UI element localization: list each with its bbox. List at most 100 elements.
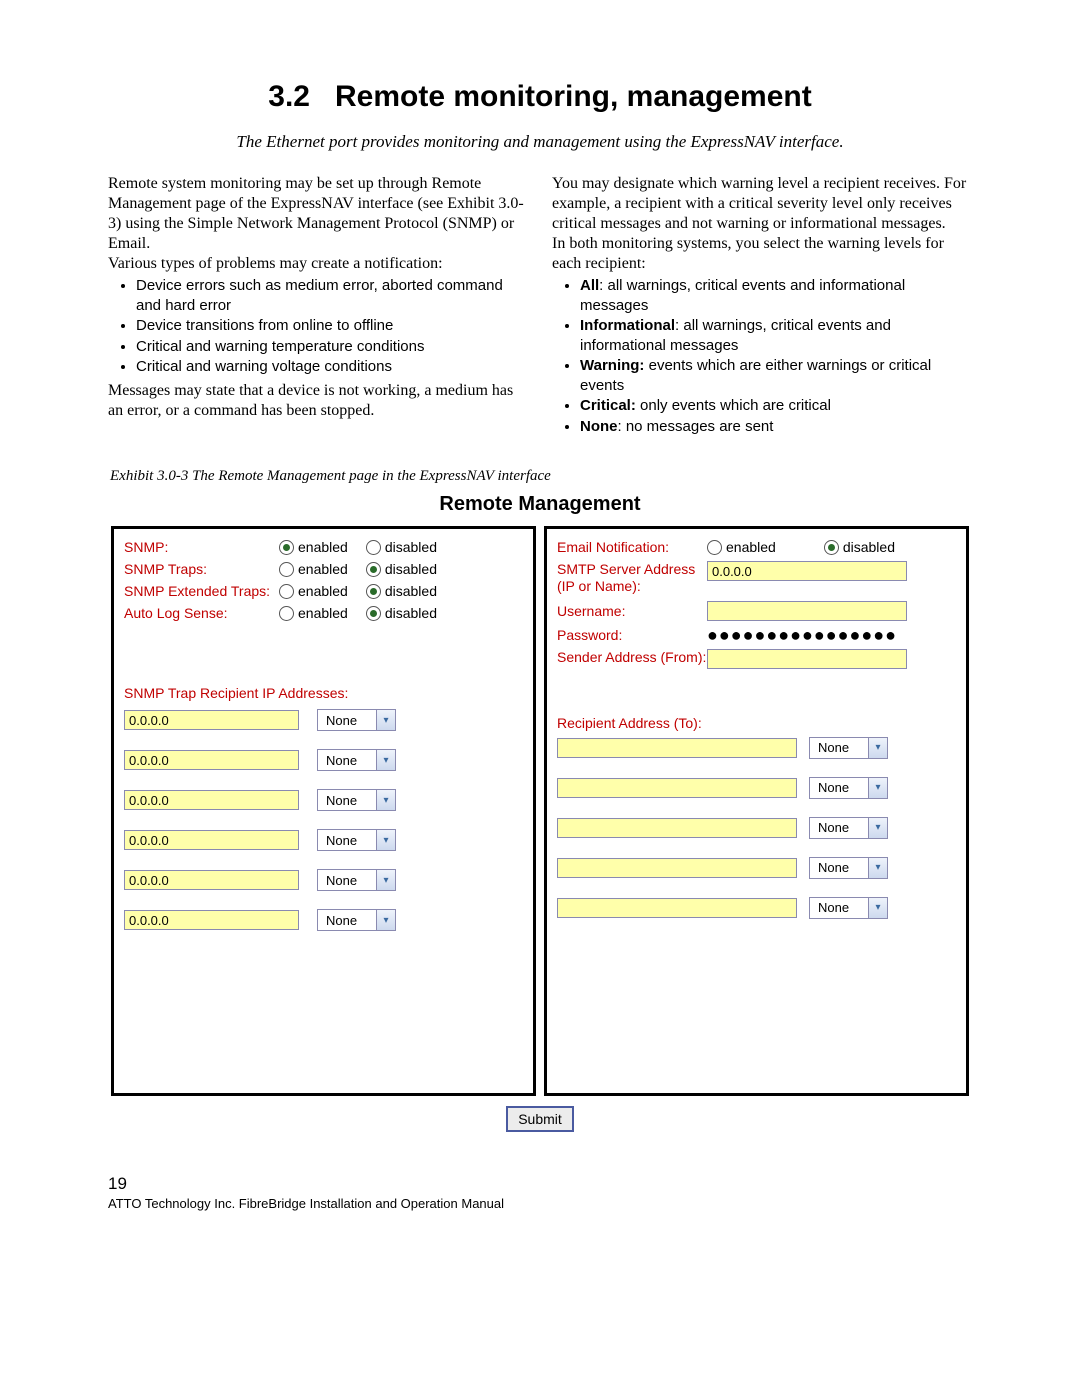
email-notif-label: Email Notification: xyxy=(557,539,707,555)
autolog-disabled-radio[interactable]: disabled xyxy=(366,605,437,621)
bullet: Warning: events which are either warning… xyxy=(580,356,972,395)
snmp-traps-label: SNMP Traps: xyxy=(124,561,279,577)
snmp-enabled-radio[interactable]: enabled xyxy=(279,539,348,555)
trap-level-select[interactable]: None▾ xyxy=(317,909,396,931)
smtp-label: SMTP Server Address (IP or Name): xyxy=(557,561,707,595)
trap-ip-input[interactable] xyxy=(124,750,299,770)
panel-title: Remote Management xyxy=(108,493,972,516)
email-recip-row: None▾ xyxy=(557,897,956,919)
recip-address-input[interactable] xyxy=(557,858,797,878)
bullet: Critical and warning temperature conditi… xyxy=(136,337,528,357)
section-title: Remote monitoring, management xyxy=(335,80,812,113)
password-label: Password: xyxy=(557,627,707,643)
chevron-down-icon: ▾ xyxy=(868,858,887,878)
snmp-ext-disabled-radio[interactable]: disabled xyxy=(366,583,437,599)
recip-address-input[interactable] xyxy=(557,818,797,838)
email-recip-row: None▾ xyxy=(557,777,956,799)
snmp-traps-enabled-radio[interactable]: enabled xyxy=(279,561,348,577)
trap-level-select[interactable]: None▾ xyxy=(317,869,396,891)
bullet: Critical: only events which are critical xyxy=(580,396,972,416)
chevron-down-icon: ▾ xyxy=(376,870,395,890)
recip-address-input[interactable] xyxy=(557,738,797,758)
para: You may designate which warning level a … xyxy=(552,174,972,234)
trap-recip-row: None▾ xyxy=(124,789,523,811)
bullet: None: no messages are sent xyxy=(580,417,972,437)
sender-label: Sender Address (From): xyxy=(557,649,707,666)
right-column: You may designate which warning level a … xyxy=(552,174,972,440)
recip-address-input[interactable] xyxy=(557,898,797,918)
bullet: Critical and warning voltage conditions xyxy=(136,357,528,377)
chevron-down-icon: ▾ xyxy=(376,710,395,730)
page-number: 19 xyxy=(108,1174,972,1194)
body-columns: Remote system monitoring may be set up t… xyxy=(108,174,972,440)
para: Messages may state that a device is not … xyxy=(108,381,528,421)
para: Remote system monitoring may be set up t… xyxy=(108,174,528,254)
trap-ip-input[interactable] xyxy=(124,910,299,930)
email-panel: Email Notification: enabled disabled SMT… xyxy=(544,526,969,1096)
email-recip-row: None▾ xyxy=(557,737,956,759)
trap-ip-input[interactable] xyxy=(124,870,299,890)
exhibit-caption: Exhibit 3.0-3 The Remote Management page… xyxy=(110,468,972,485)
bullet: Device transitions from online to offlin… xyxy=(136,316,528,336)
chevron-down-icon: ▾ xyxy=(868,898,887,918)
recip-level-select[interactable]: None▾ xyxy=(809,737,888,759)
section-number: 3.2 xyxy=(268,80,310,113)
remote-management-form: SNMP: enabled disabled SNMP Traps: enabl… xyxy=(111,526,969,1096)
snmp-disabled-radio[interactable]: disabled xyxy=(366,539,437,555)
chevron-down-icon: ▾ xyxy=(868,738,887,758)
para: Various types of problems may create a n… xyxy=(108,254,528,274)
recip-level-select[interactable]: None▾ xyxy=(809,777,888,799)
left-column: Remote system monitoring may be set up t… xyxy=(108,174,528,440)
username-input[interactable] xyxy=(707,601,907,621)
recip-header: Recipient Address (To): xyxy=(557,715,956,731)
recip-address-input[interactable] xyxy=(557,778,797,798)
email-enabled-radio[interactable]: enabled xyxy=(707,539,776,555)
autolog-enabled-radio[interactable]: enabled xyxy=(279,605,348,621)
snmp-ext-label: SNMP Extended Traps: xyxy=(124,583,279,599)
trap-recip-row: None▾ xyxy=(124,869,523,891)
trap-level-select[interactable]: None▾ xyxy=(317,789,396,811)
bullet: Informational: all warnings, critical ev… xyxy=(580,316,972,355)
recip-level-select[interactable]: None▾ xyxy=(809,817,888,839)
footer-source: ATTO Technology Inc. FibreBridge Install… xyxy=(108,1196,972,1211)
recip-level-select[interactable]: None▾ xyxy=(809,857,888,879)
chevron-down-icon: ▾ xyxy=(376,750,395,770)
email-disabled-radio[interactable]: disabled xyxy=(824,539,895,555)
chevron-down-icon: ▾ xyxy=(376,790,395,810)
section-heading: 3.2 Remote monitoring, management xyxy=(108,80,972,114)
bullet: Device errors such as medium error, abor… xyxy=(136,276,528,315)
snmp-traps-disabled-radio[interactable]: disabled xyxy=(366,561,437,577)
snmp-label: SNMP: xyxy=(124,539,279,555)
page-footer: 19 ATTO Technology Inc. FibreBridge Inst… xyxy=(108,1174,972,1211)
trap-level-select[interactable]: None▾ xyxy=(317,709,396,731)
snmp-panel: SNMP: enabled disabled SNMP Traps: enabl… xyxy=(111,526,536,1096)
submit-button[interactable]: Submit xyxy=(506,1106,574,1132)
username-label: Username: xyxy=(557,603,707,619)
chevron-down-icon: ▾ xyxy=(376,910,395,930)
sender-input[interactable] xyxy=(707,649,907,669)
trap-level-select[interactable]: None▾ xyxy=(317,829,396,851)
trap-recip-row: None▾ xyxy=(124,749,523,771)
autolog-label: Auto Log Sense: xyxy=(124,605,279,621)
trap-ip-input[interactable] xyxy=(124,830,299,850)
password-value: ●●●●●●●●●●●●●●●● xyxy=(707,628,897,642)
snmp-ext-enabled-radio[interactable]: enabled xyxy=(279,583,348,599)
trap-recip-row: None▾ xyxy=(124,909,523,931)
trap-ip-input[interactable] xyxy=(124,710,299,730)
email-recip-row: None▾ xyxy=(557,817,956,839)
trap-recip-header: SNMP Trap Recipient IP Addresses: xyxy=(124,685,523,701)
chevron-down-icon: ▾ xyxy=(868,778,887,798)
chevron-down-icon: ▾ xyxy=(376,830,395,850)
trap-ip-input[interactable] xyxy=(124,790,299,810)
trap-recip-row: None▾ xyxy=(124,829,523,851)
trap-recip-row: None▾ xyxy=(124,709,523,731)
right-bullets: All: all warnings, critical events and i… xyxy=(552,276,972,436)
recip-level-select[interactable]: None▾ xyxy=(809,897,888,919)
smtp-input[interactable] xyxy=(707,561,907,581)
para: In both monitoring systems, you select t… xyxy=(552,234,972,274)
section-subhead: The Ethernet port provides monitoring an… xyxy=(108,132,972,152)
chevron-down-icon: ▾ xyxy=(868,818,887,838)
left-bullets: Device errors such as medium error, abor… xyxy=(108,276,528,377)
email-recip-row: None▾ xyxy=(557,857,956,879)
trap-level-select[interactable]: None▾ xyxy=(317,749,396,771)
